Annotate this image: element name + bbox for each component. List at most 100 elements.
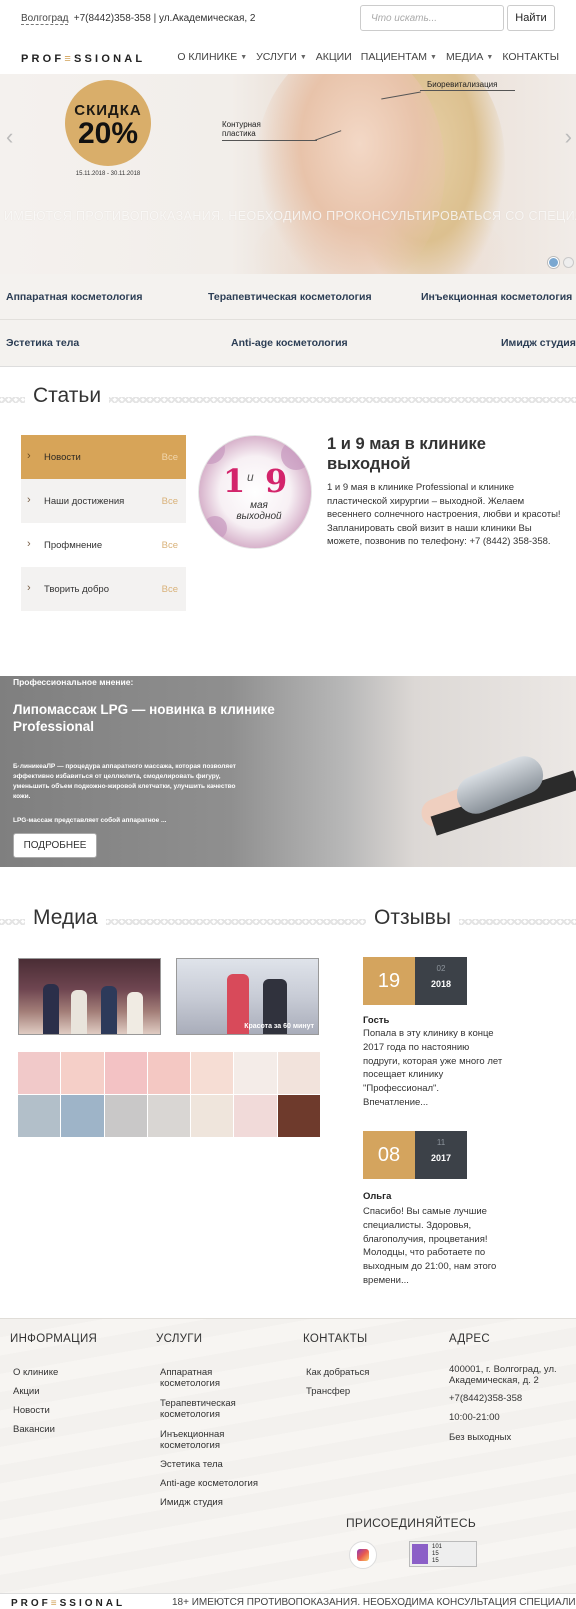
nav-label: УСЛУГИ <box>256 51 297 63</box>
review-author: Ольга <box>363 1191 392 1202</box>
gallery-photo[interactable] <box>277 1095 320 1137</box>
gallery-photo[interactable] <box>104 1095 147 1137</box>
menu-all-link[interactable]: Все <box>162 496 178 507</box>
video-thumbnail[interactable]: Красота за 60 минут <box>176 958 319 1035</box>
category-injection[interactable]: Инъекционная косметология <box>421 291 572 303</box>
promo-text-more: LPG-массаж представляет собой аппаратное… <box>13 817 167 824</box>
articles-menu-opinion[interactable]: › Профмнение Все <box>21 523 186 567</box>
hero-slider[interactable]: СКИДКА 20% 15.11.2018 - 30.11.2018 Биоре… <box>0 74 576 274</box>
footer-address: 400001, г. Волгоград, ул. Академическая,… <box>449 1364 557 1386</box>
flower-decoration <box>203 516 227 540</box>
nav-item-about[interactable]: О КЛИНИКЕ ▼ <box>177 51 247 63</box>
footer-link-antiage[interactable]: Anti-age косметология <box>160 1478 258 1489</box>
articles-menu-charity[interactable]: › Творить добро Все <box>21 567 186 611</box>
news-image-digit: 1 <box>223 462 246 500</box>
logo-text-1: PROF <box>11 1598 51 1609</box>
footer-link-directions[interactable]: Как добраться <box>306 1367 369 1378</box>
footer-link-injection[interactable]: Инъекционная косметология <box>160 1429 270 1451</box>
gallery-photo[interactable] <box>147 1095 191 1137</box>
counter-value: 15 <box>432 1558 439 1564</box>
footer-link-body[interactable]: Эстетика тела <box>160 1459 223 1470</box>
footer-contacts-title: КОНТАКТЫ <box>303 1333 368 1345</box>
nav-item-media[interactable]: МЕДИА ▼ <box>446 51 493 63</box>
gallery-photo[interactable] <box>61 1095 104 1137</box>
counter-value: 15 <box>432 1551 439 1557</box>
more-button[interactable]: ПОДРОБНЕЕ <box>13 833 97 858</box>
main-menu: О КЛИНИКЕ ▼ УСЛУГИ ▼ АКЦИИ ПАЦИЕНТАМ ▼ МЕДИ… <box>177 51 559 63</box>
footer-link-hardware[interactable]: Аппаратная косметология <box>160 1367 270 1389</box>
review-text[interactable]: Попала в эту клинику в конце 2017 года п… <box>363 1027 503 1110</box>
footer-link-vacancies[interactable]: Вакансии <box>13 1424 55 1435</box>
category-row: Эстетика тела Anti-age косметология Имид… <box>0 320 576 366</box>
promo-kicker: Профессиональное мнение: <box>13 677 134 687</box>
gallery-photo[interactable] <box>104 1052 147 1094</box>
review-year: 2018 <box>430 979 452 989</box>
review-date: 19 02 2018 <box>363 957 467 1005</box>
visitor-counter[interactable]: 101 15 15 <box>409 1541 477 1567</box>
search-button[interactable]: Найти <box>507 5 555 31</box>
bottom-disclaimer: 18+ ИМЕЮТСЯ ПРОТИВОПОКАЗАНИЯ. НЕОБХОДИМА… <box>172 1597 576 1608</box>
articles-menu-achievements[interactable]: › Наши достижения Все <box>21 479 186 523</box>
promo-title[interactable]: Липомассаж LPG — новинка в клинике Profe… <box>13 701 313 735</box>
video-thumbnail[interactable] <box>18 958 161 1035</box>
footer-link-about[interactable]: О клинике <box>13 1367 58 1378</box>
category-hardware[interactable]: Аппаратная косметология <box>6 291 143 303</box>
gallery-photo[interactable] <box>147 1052 191 1094</box>
logo-text-1: PROF <box>21 53 65 65</box>
footer-logo[interactable]: PROF≡SSIONAL <box>11 1598 125 1609</box>
gallery-photo[interactable] <box>191 1052 234 1094</box>
search-input[interactable] <box>360 5 504 31</box>
gallery-photo[interactable] <box>277 1052 320 1094</box>
footer-link-news[interactable]: Новости <box>13 1405 50 1416</box>
nav-item-promotions[interactable]: АКЦИИ <box>316 51 352 63</box>
footer-link-promotions[interactable]: Акции <box>13 1386 40 1397</box>
slider-prev-icon[interactable]: ‹ <box>6 124 13 150</box>
slider-next-icon[interactable]: › <box>565 124 572 150</box>
footer-phone[interactable]: +7(8442)358-358 <box>449 1393 522 1404</box>
site-logo[interactable]: PROF≡SSIONAL <box>21 53 145 65</box>
news-title[interactable]: 1 и 9 мая в клинике выходной <box>327 434 557 474</box>
category-therapeutic[interactable]: Терапевтическая косметология <box>208 291 372 303</box>
nav-item-services[interactable]: УСЛУГИ ▼ <box>256 51 307 63</box>
instagram-icon[interactable] <box>349 1541 377 1569</box>
person-figure <box>43 984 59 1034</box>
menu-all-link[interactable]: Все <box>162 452 178 463</box>
gallery-photo[interactable] <box>18 1095 61 1137</box>
logo-text-2: SSIONAL <box>59 1598 126 1609</box>
review-month-year: 11 2017 <box>415 1131 467 1179</box>
category-antiage[interactable]: Anti-age косметология <box>231 337 348 349</box>
main-navbar: PROF≡SSIONAL О КЛИНИКЕ ▼ УСЛУГИ ▼ АКЦИИ ПА… <box>0 40 576 74</box>
gallery-photo[interactable] <box>61 1052 104 1094</box>
counter-value: 101 <box>432 1544 443 1550</box>
category-image-studio[interactable]: Имидж студия <box>501 337 576 349</box>
nav-label: О КЛИНИКЕ <box>177 51 238 63</box>
footer-link-therapeutic[interactable]: Терапевтическая косметология <box>160 1398 270 1420</box>
gallery-photo[interactable] <box>234 1052 277 1094</box>
category-body[interactable]: Эстетика тела <box>6 337 79 349</box>
nav-item-contacts[interactable]: КОНТАКТЫ <box>502 51 559 63</box>
footer-link-image-studio[interactable]: Имидж студия <box>160 1497 223 1508</box>
gallery-photo[interactable] <box>234 1095 277 1137</box>
nav-item-patients[interactable]: ПАЦИЕНТАМ ▼ <box>361 51 437 63</box>
menu-label: Новости <box>44 452 81 463</box>
person-figure <box>71 990 87 1034</box>
reviews-title: Отзывы <box>366 906 459 930</box>
articles-menu-news[interactable]: › Новости Все <box>21 435 186 479</box>
gallery-photo[interactable] <box>18 1052 61 1094</box>
menu-all-link[interactable]: Все <box>162 584 178 595</box>
logo-mark: ≡ <box>50 1598 60 1609</box>
nav-label: МЕДИА <box>445 51 484 63</box>
slider-dot[interactable] <box>563 257 574 268</box>
review-text[interactable]: Спасибо! Вы самые лучшие специалисты. Зд… <box>363 1205 503 1288</box>
news-image[interactable]: 1 и 9 мая выходной <box>198 435 312 549</box>
news-body: 1 и 9 мая в клинике Professional и клини… <box>327 482 561 547</box>
sale-badge: СКИДКА 20% <box>65 80 151 166</box>
nav-label: КОНТАКТЫ <box>502 51 559 63</box>
slider-dot[interactable] <box>548 257 559 268</box>
menu-all-link[interactable]: Все <box>162 540 178 551</box>
footer-link-transfer[interactable]: Трансфер <box>306 1386 350 1397</box>
articles-menu: › Новости Все › Наши достижения Все › Пр… <box>21 435 186 611</box>
city-selector[interactable]: Волгоград <box>21 13 69 25</box>
gallery-photo[interactable] <box>191 1095 234 1137</box>
slider-dots <box>548 257 574 268</box>
